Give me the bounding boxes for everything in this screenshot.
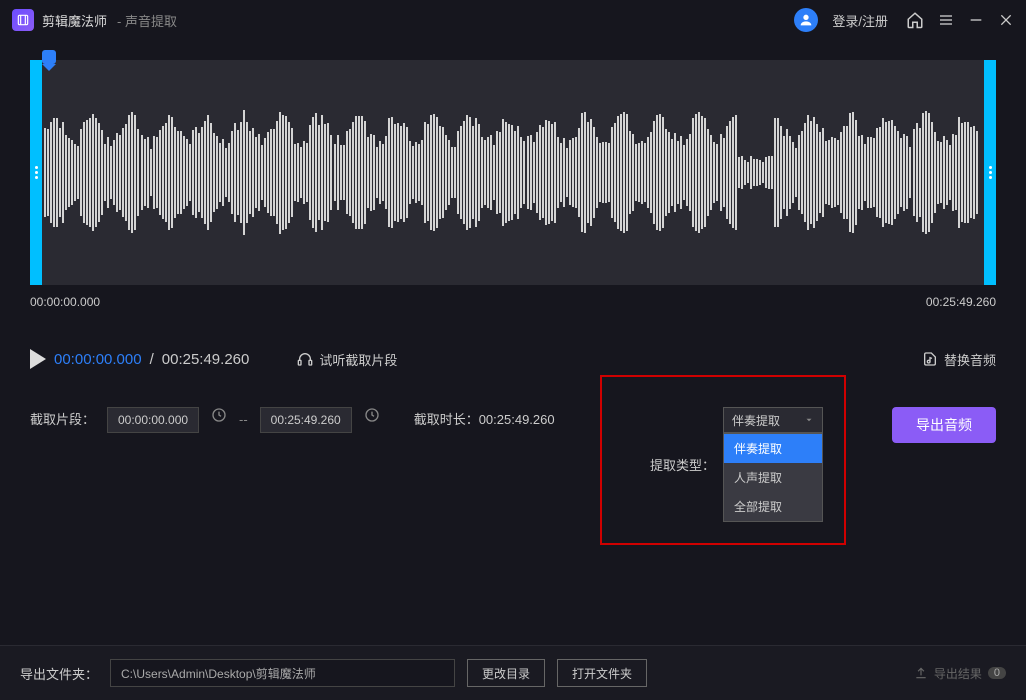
change-dir-button[interactable]: 更改目录 bbox=[467, 659, 545, 687]
time-separator: / bbox=[150, 351, 154, 368]
export-folder-label: 导出文件夹： bbox=[20, 664, 98, 683]
upload-icon bbox=[914, 666, 928, 680]
playback-current-time: 00:00:00.000 bbox=[54, 351, 142, 368]
headphones-icon bbox=[297, 351, 313, 367]
export-audio-button[interactable]: 导出音频 bbox=[892, 407, 996, 443]
minimize-icon[interactable] bbox=[968, 12, 984, 28]
controls-row: 截取片段： -- 截取时长：00:25:49.260 提取类型： 伴奏提取 伴奏… bbox=[30, 407, 996, 433]
clip-end-input[interactable] bbox=[260, 407, 352, 433]
title-right: 登录/注册 bbox=[794, 8, 1014, 32]
highlight-annotation bbox=[600, 375, 846, 545]
open-dir-button[interactable]: 打开文件夹 bbox=[557, 659, 647, 687]
clip-sep: -- bbox=[239, 407, 248, 433]
reset-start-icon[interactable] bbox=[211, 407, 227, 423]
trim-handle-left[interactable] bbox=[30, 60, 42, 285]
play-button[interactable] bbox=[30, 349, 46, 369]
menu-icon[interactable] bbox=[938, 12, 954, 28]
clip-label: 截取片段： bbox=[30, 407, 95, 433]
preview-segment-button[interactable]: 试听截取片段 bbox=[297, 350, 397, 369]
playbar: 00:00:00.000 / 00:25:49.260 试听截取片段 替换音频 bbox=[30, 349, 996, 369]
clip-start-input[interactable] bbox=[107, 407, 199, 433]
home-icon[interactable] bbox=[906, 11, 924, 29]
waveform-start-time: 00:00:00.000 bbox=[30, 295, 100, 309]
waveform-end-time: 00:25:49.260 bbox=[926, 295, 996, 309]
waveform-bars[interactable] bbox=[42, 108, 984, 238]
app-name: 剪辑魔法师 bbox=[42, 11, 107, 30]
playback-total-time: 00:25:49.260 bbox=[162, 351, 250, 368]
playhead-marker[interactable] bbox=[42, 50, 1008, 71]
trim-handle-right[interactable] bbox=[984, 60, 996, 285]
export-result-link[interactable]: 导出结果 0 bbox=[914, 665, 1006, 682]
page-title: - 声音提取 bbox=[117, 11, 177, 30]
titlebar: 剪辑魔法师 - 声音提取 登录/注册 bbox=[0, 0, 1026, 40]
login-register-link[interactable]: 登录/注册 bbox=[832, 11, 888, 30]
duration-label: 截取时长：00:25:49.260 bbox=[414, 407, 555, 433]
reset-end-icon[interactable] bbox=[364, 407, 380, 423]
avatar-icon[interactable] bbox=[794, 8, 818, 32]
waveform-time-row: 00:00:00.000 00:25:49.260 bbox=[30, 295, 996, 309]
waveform[interactable] bbox=[30, 60, 996, 285]
export-count-badge: 0 bbox=[988, 667, 1006, 679]
app-logo-icon bbox=[12, 9, 34, 31]
title-left: 剪辑魔法师 - 声音提取 bbox=[12, 9, 177, 31]
close-icon[interactable] bbox=[998, 12, 1014, 28]
footer: 导出文件夹： 更改目录 打开文件夹 导出结果 0 bbox=[0, 645, 1026, 700]
export-folder-input[interactable] bbox=[110, 659, 455, 687]
replace-audio-button[interactable]: 替换音频 bbox=[922, 350, 996, 369]
main-area: 00:00:00.000 00:25:49.260 00:00:00.000 /… bbox=[0, 40, 1026, 645]
music-file-icon bbox=[922, 351, 938, 367]
